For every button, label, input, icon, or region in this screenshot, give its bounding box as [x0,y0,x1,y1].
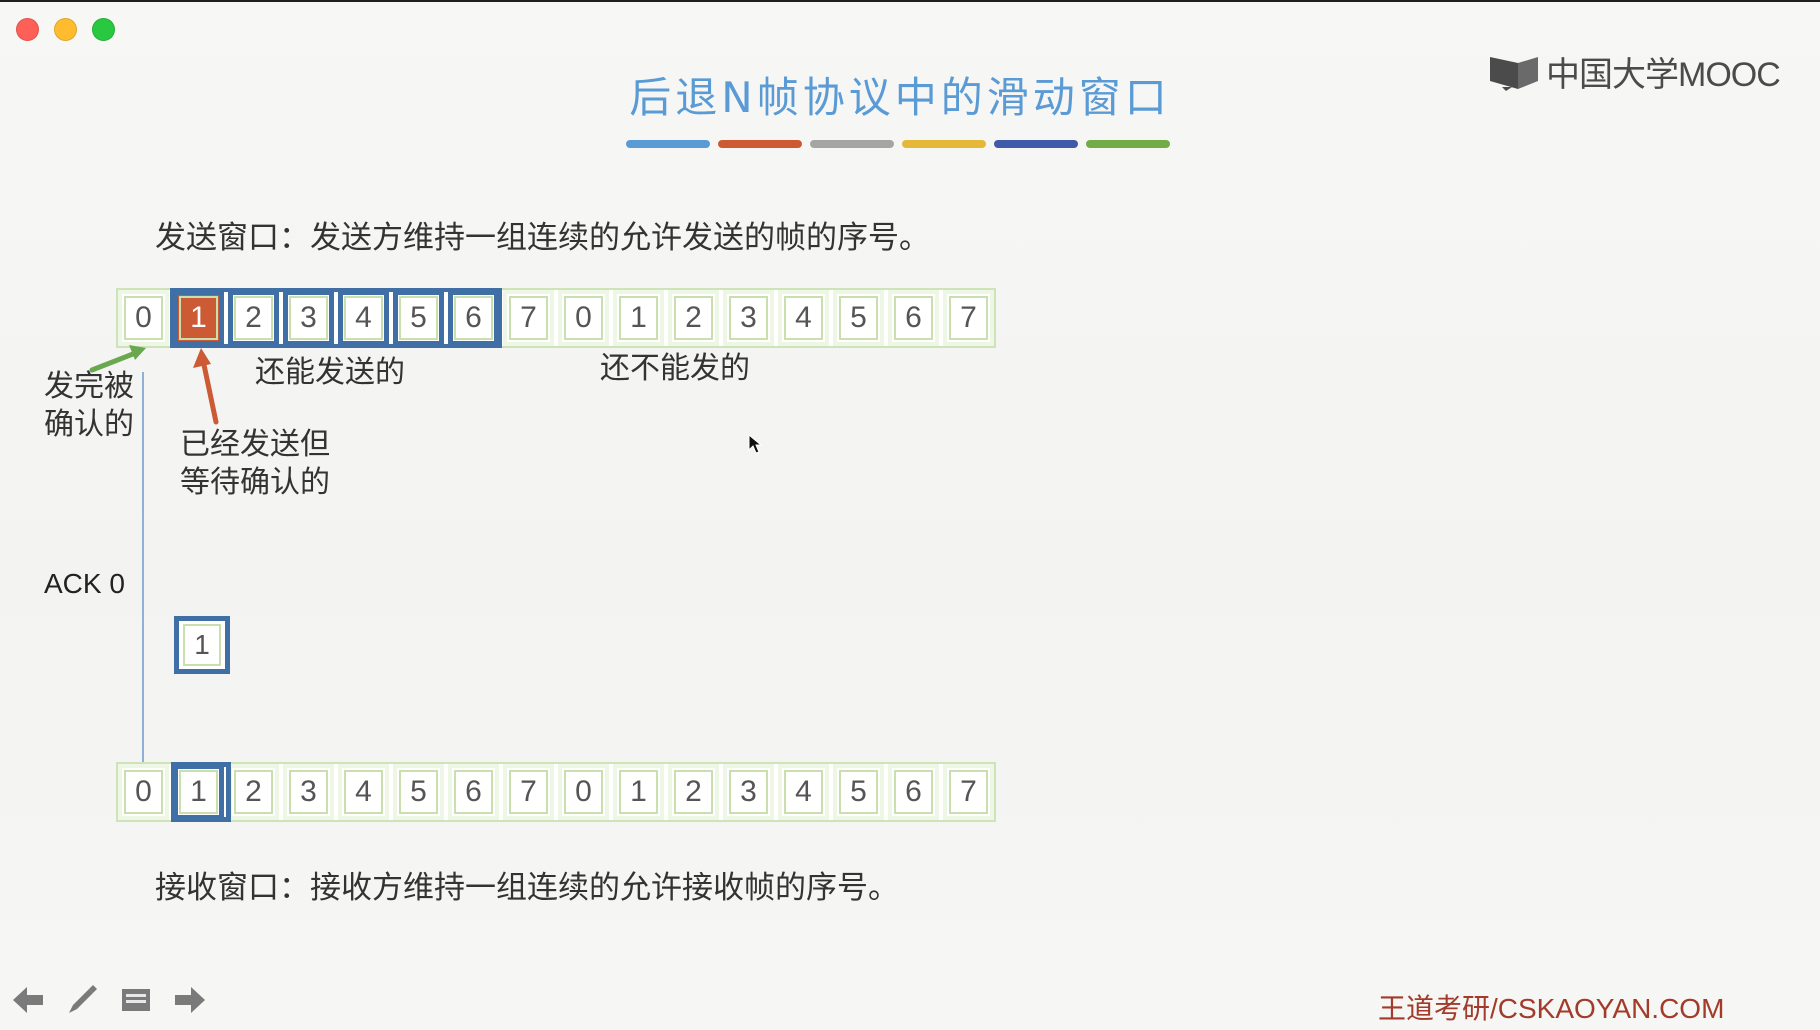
recv-cell-3: 3 [283,764,334,820]
waiting-label-line-2: 等待确认的 [180,465,330,500]
send-cell-12: 4 [778,290,829,346]
waiting-label-line-1: 已经发送但 [180,427,330,462]
acked-label-line-2: 确认的 [44,407,134,442]
recv-cell-5: 5 [393,764,444,820]
recv-cell-0: 0 [118,764,169,820]
brand-text: 中国大学MOOC [1546,56,1781,94]
recv-cell-9: 1 [613,764,664,820]
recv-cell-14: 6 [888,764,939,820]
recv-cell-1: 1 [173,764,224,820]
close-button[interactable] [16,18,39,41]
send-sequence: 0 1 2 3 4 5 6 7 0 1 2 3 4 5 6 7 [116,288,996,348]
packet-1: 1 [174,616,230,674]
send-cell-11: 3 [723,290,774,346]
acked-label: 发完被 确认的 [44,368,154,444]
send-cell-14: 6 [888,290,939,346]
acked-label-line-1: 发完被 [44,369,134,404]
cannot-send-label: 还不能发的 [600,351,750,386]
menu-icon[interactable] [118,982,154,1018]
recv-cell-15: 7 [943,764,994,820]
color-bar-segment-5 [994,140,1078,148]
send-cell-6: 6 [448,290,499,346]
recv-cell-11: 3 [723,764,774,820]
send-cell-2: 2 [228,290,279,346]
color-bar-segment-2 [718,140,802,148]
packet-1-label: 1 [183,624,221,666]
slide-toolbar [10,982,208,1018]
pen-icon[interactable] [64,982,100,1018]
recv-cell-13: 5 [833,764,884,820]
arrow-left-icon[interactable] [10,982,46,1018]
send-cell-1: 1 [173,290,224,346]
zoom-button[interactable] [92,18,115,41]
recv-cell-10: 2 [668,764,719,820]
footer-brand: 王道考研/CSKAOYAN.COM [1378,993,1725,1024]
color-bar-segment-4 [902,140,986,148]
can-send-label: 还能发送的 [255,355,405,390]
recv-cell-2: 2 [228,764,279,820]
mouse-cursor-icon [748,433,763,458]
send-cell-13: 5 [833,290,884,346]
send-cell-8: 0 [558,290,609,346]
color-bar-segment-3 [810,140,894,148]
recv-cell-7: 7 [503,764,554,820]
send-cell-3: 3 [283,290,334,346]
slide-window: 后退N帧协议中的滑动窗口 中国大学MOOC 发送窗口：发送方维持一组连续的允许发… [0,0,1820,1030]
recv-cell-4: 4 [338,764,389,820]
send-cell-9: 1 [613,290,664,346]
send-window-description: 发送窗口：发送方维持一组连续的允许发送的帧的序号。 [155,220,930,256]
waiting-arrowhead-icon [193,348,211,368]
minimize-button[interactable] [54,18,77,41]
send-cell-7: 7 [503,290,554,346]
send-cell-5: 5 [393,290,444,346]
recv-cell-12: 4 [778,764,829,820]
ack-label: ACK 0 [44,568,125,599]
send-cell-4: 4 [338,290,389,346]
brand-logo: 中国大学MOOC [1488,47,1781,96]
send-cell-15: 7 [943,290,994,346]
recv-sequence: 0 1 2 3 4 5 6 7 0 1 2 3 4 5 6 7 [116,762,996,822]
title-color-bar [626,140,1170,148]
arrow-right-icon[interactable] [172,982,208,1018]
send-cell-0: 0 [118,290,169,346]
mooc-logo-icon [1488,53,1540,91]
send-cell-10: 2 [668,290,719,346]
waiting-label: 已经发送但 等待确认的 [180,426,360,502]
recv-cell-8: 0 [558,764,609,820]
window-controls [16,18,115,41]
color-bar-segment-6 [1086,140,1170,148]
waiting-arrow [200,357,219,425]
recv-cell-6: 6 [448,764,499,820]
recv-window-description: 接收窗口：接收方维持一组连续的允许接收帧的序号。 [155,870,899,906]
color-bar-segment-1 [626,140,710,148]
